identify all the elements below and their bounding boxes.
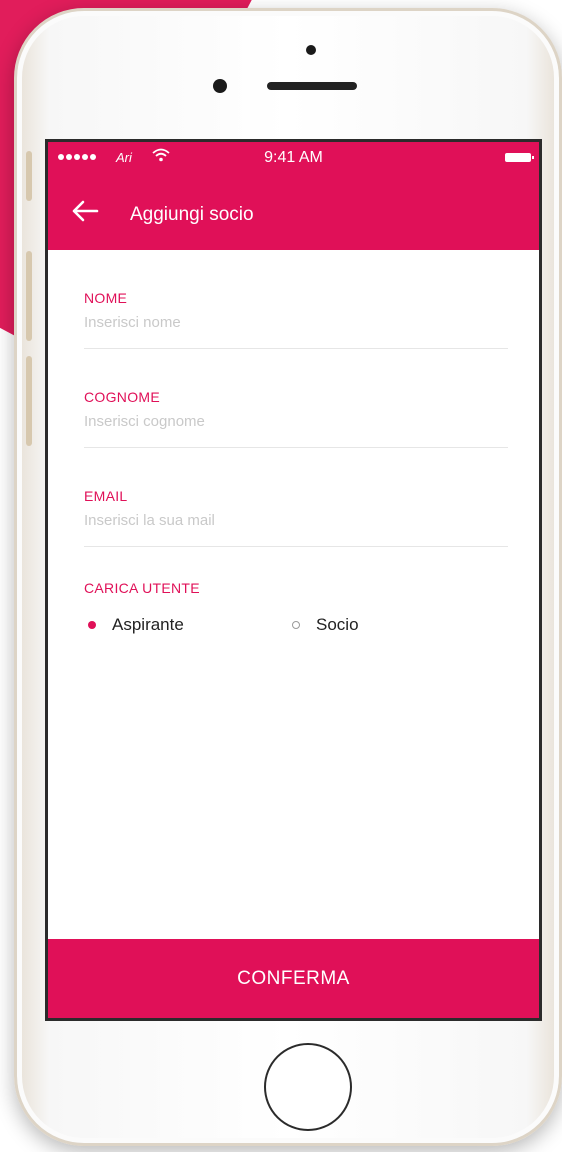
radio-unselected-icon: [292, 621, 300, 629]
battery-icon: [505, 153, 534, 162]
earpiece-speaker: [267, 82, 357, 90]
app-header: Ari 9:41 AM Aggiungi socio: [48, 142, 539, 250]
radio-socio-label: Socio: [316, 615, 359, 634]
front-camera: [213, 79, 227, 93]
page-title: Aggiungi socio: [130, 204, 254, 225]
volume-up-button: [26, 251, 32, 341]
app-screen: Ari 9:41 AM Aggiungi socio NOME Inserisc…: [45, 139, 542, 1021]
status-time: 9:41 AM: [264, 149, 323, 166]
email-label: EMAIL: [84, 488, 128, 504]
radio-aspirante-label: Aspirante: [112, 615, 184, 634]
email-input[interactable]: [84, 512, 508, 529]
name-input[interactable]: [84, 314, 508, 331]
surname-field-group: COGNOME: [84, 349, 508, 448]
name-field-group: NOME: [84, 250, 508, 349]
surname-input[interactable]: [84, 413, 508, 430]
surname-label: COGNOME: [84, 389, 160, 405]
status-bar: Ari 9:41 AM: [48, 142, 539, 178]
user-role-radio-group: Aspirante Socio: [84, 615, 508, 645]
confirm-button[interactable]: CONFERMA: [48, 939, 539, 1018]
radio-socio[interactable]: Socio: [292, 615, 359, 635]
mute-switch: [26, 151, 32, 201]
volume-down-button: [26, 356, 32, 446]
user-role-label: CARICA UTENTE: [84, 580, 200, 596]
proximity-sensor: [306, 45, 316, 55]
radio-aspirante[interactable]: Aspirante: [88, 615, 184, 635]
stage: Ari 9:41 AM Aggiungi socio NOME Inserisc…: [0, 0, 562, 1152]
email-field-group: EMAIL: [84, 448, 508, 547]
name-label: NOME: [84, 290, 128, 306]
add-member-form: NOME COGNOME EMAIL CARICA UTENTE Aspiran…: [84, 250, 508, 634]
home-button[interactable]: [264, 1043, 352, 1131]
arrow-left-icon[interactable]: [70, 198, 100, 224]
radio-selected-icon: [88, 621, 96, 629]
